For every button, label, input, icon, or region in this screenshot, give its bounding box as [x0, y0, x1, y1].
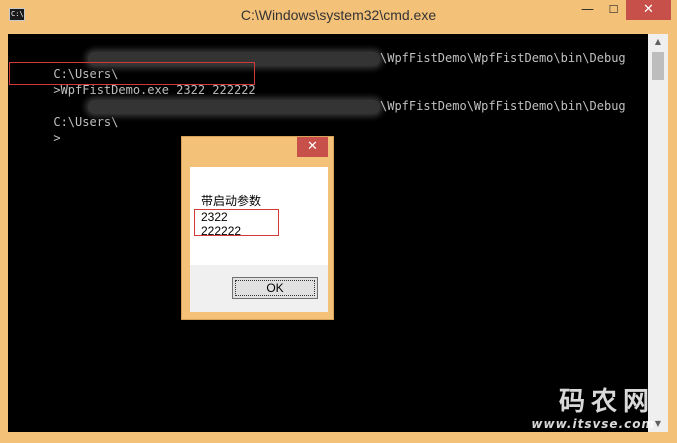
title-bar[interactable]: C:\ C:\Windows\system32\cmd.exe — ☐ ✕ — [0, 0, 677, 34]
scrollbar-thumb[interactable] — [652, 52, 664, 80]
args-highlight-box — [194, 209, 279, 236]
console-prompt: > — [53, 131, 61, 145]
console-line-prefix: C:\Users\ — [53, 115, 119, 129]
scroll-up-button[interactable]: ▲ — [648, 34, 668, 50]
chevron-up-icon: ▲ — [654, 37, 662, 46]
dialog-content: 带启动参数 2322 222222 — [190, 167, 328, 265]
ok-button[interactable]: OK — [232, 277, 318, 299]
dialog-close-button[interactable]: ✕ — [297, 137, 328, 157]
site-watermark: 码农网 www.itsvse.com — [531, 388, 655, 432]
command-highlight-box — [9, 62, 255, 85]
minimize-button[interactable]: — — [574, 0, 601, 20]
message-box: ✕ 带启动参数 2322 222222 OK — [181, 136, 334, 320]
vertical-scrollbar[interactable]: ▲ ▼ — [648, 34, 668, 432]
close-icon: ✕ — [643, 2, 654, 17]
dialog-message-title: 带启动参数 — [201, 194, 262, 208]
minimize-icon: — — [581, 2, 594, 17]
console-line-suffix: \WpfFistDemo\WpfFistDemo\bin\Debug — [380, 99, 626, 113]
watermark-logo-text: 码农网 — [558, 387, 655, 417]
console-line: C:\Users\ \WpfFistDemo\WpfFistDemo\bin\D… — [10, 98, 625, 129]
console-line-suffix: \WpfFistDemo\WpfFistDemo\bin\Debug — [380, 51, 626, 65]
close-button[interactable]: ✕ — [626, 0, 671, 20]
console-line: > — [10, 114, 60, 145]
maximize-button[interactable]: ☐ — [601, 0, 626, 20]
close-icon: ✕ — [307, 139, 318, 154]
watermark-url: www.itsvse.com — [531, 417, 655, 431]
chevron-down-icon: ▼ — [654, 419, 662, 428]
cmd-window: C:\ C:\Windows\system32\cmd.exe — ☐ ✕ C:… — [0, 0, 677, 443]
console-command: >WpfFistDemo.exe 2322 222222 — [53, 83, 256, 97]
redacted-username — [88, 100, 380, 114]
maximize-icon: ☐ — [608, 3, 619, 16]
dialog-footer: OK — [190, 265, 328, 312]
